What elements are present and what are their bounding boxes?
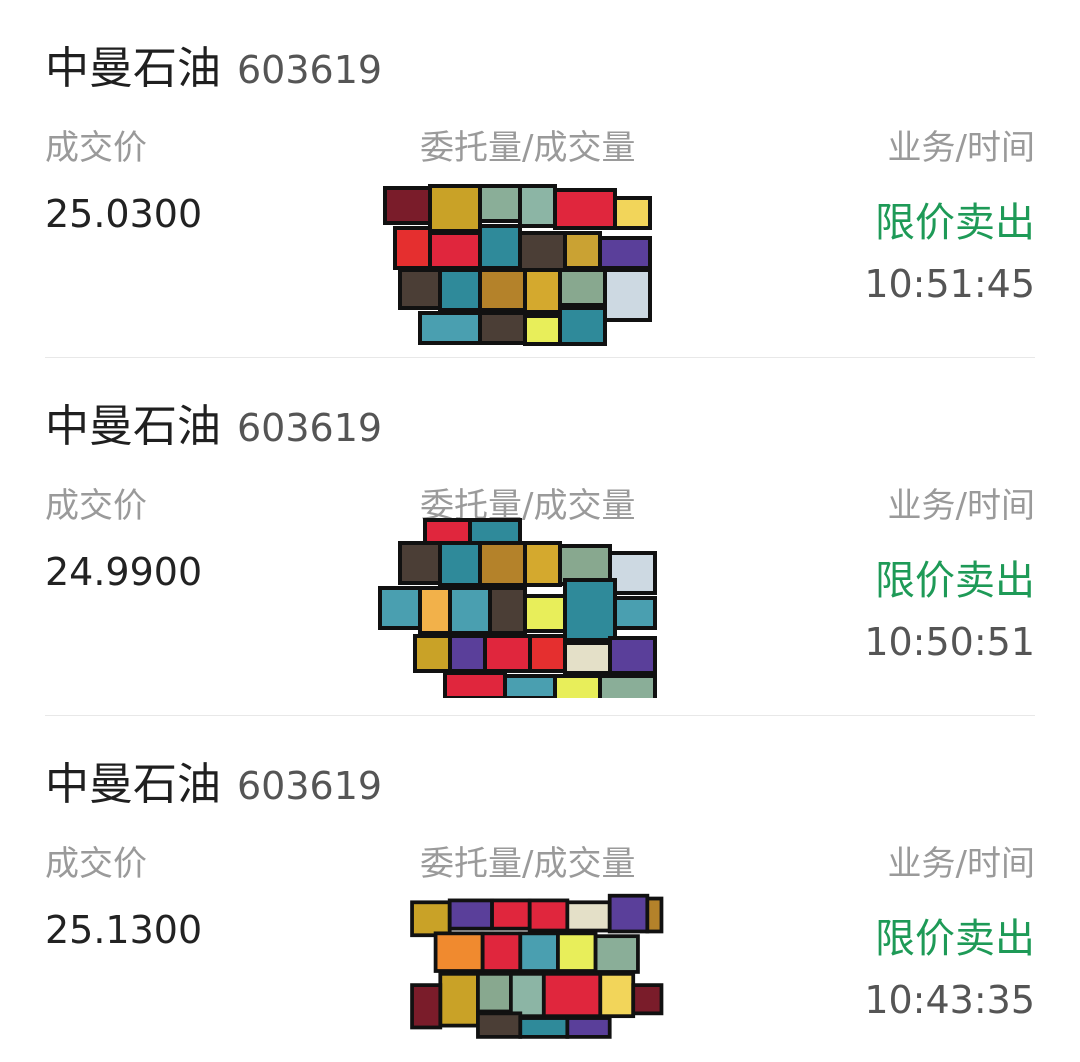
trade-list: 中曼石油 603619 成交价 委托量/成交量 业务/时间 25.0300 限价… — [0, 0, 1080, 1062]
business-time-label: 业务/时间 — [887, 486, 1035, 526]
trade-price: 25.1300 — [45, 908, 203, 952]
trade-price: 25.0300 — [45, 192, 203, 236]
price-label: 成交价 — [45, 486, 147, 526]
trade-item[interactable]: 中曼石油 603619 成交价 委托量/成交量 业务/时间 24.9900 限价… — [45, 358, 1035, 716]
order-type: 限价卖出 — [875, 200, 1035, 246]
business-time-label: 业务/时间 — [887, 128, 1035, 168]
stock-title: 中曼石油 603619 — [45, 32, 382, 96]
stock-name: 中曼石油 — [45, 43, 221, 94]
stock-title: 中曼石油 603619 — [45, 748, 382, 812]
trade-item[interactable]: 中曼石油 603619 成交价 委托量/成交量 业务/时间 25.0300 限价… — [45, 0, 1035, 358]
redacted-quantity-mosaic — [410, 893, 664, 1039]
business-time-label: 业务/时间 — [887, 844, 1035, 884]
redacted-quantity-mosaic — [378, 518, 657, 698]
trade-time: 10:43:35 — [864, 978, 1035, 1022]
trade-time: 10:51:45 — [864, 262, 1035, 306]
order-type: 限价卖出 — [875, 558, 1035, 604]
quantity-label: 委托量/成交量 — [420, 844, 636, 884]
trade-time: 10:50:51 — [864, 620, 1035, 664]
order-type: 限价卖出 — [875, 916, 1035, 962]
stock-name: 中曼石油 — [45, 401, 221, 452]
trade-item[interactable]: 中曼石油 603619 成交价 委托量/成交量 业务/时间 25.1300 限价… — [45, 716, 1035, 1062]
stock-code: 603619 — [237, 764, 383, 808]
stock-code: 603619 — [237, 406, 383, 450]
redacted-quantity-mosaic — [383, 184, 652, 346]
trade-price: 24.9900 — [45, 550, 203, 594]
price-label: 成交价 — [45, 844, 147, 884]
stock-name: 中曼石油 — [45, 759, 221, 810]
stock-title: 中曼石油 603619 — [45, 390, 382, 454]
price-label: 成交价 — [45, 128, 147, 168]
quantity-label: 委托量/成交量 — [420, 128, 636, 168]
stock-code: 603619 — [237, 48, 383, 92]
